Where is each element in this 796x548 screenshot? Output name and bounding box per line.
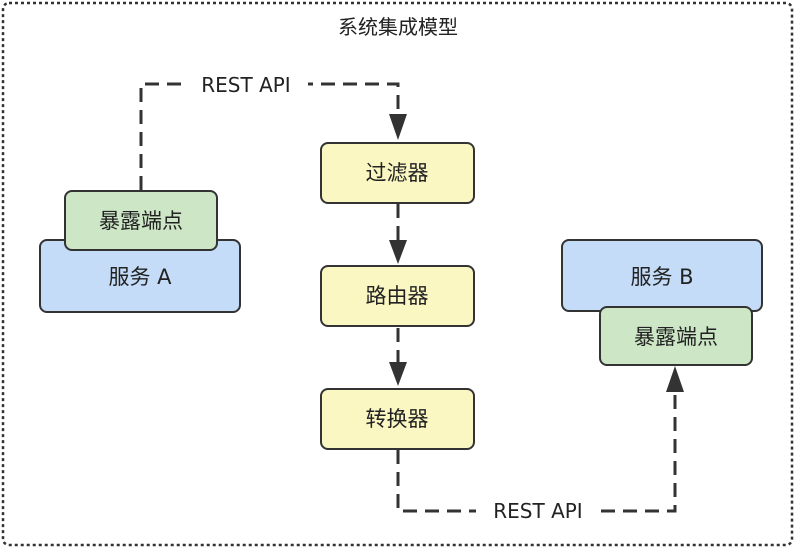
endpoint-a-label: 暴露端点: [99, 209, 183, 233]
endpoint-b-label: 暴露端点: [634, 325, 718, 349]
edge-label-bottom: REST API: [493, 499, 582, 523]
edge-label-top: REST API: [201, 73, 290, 97]
converter-node: 转换器: [320, 388, 475, 450]
service-b-node: 服务 B: [561, 239, 763, 312]
service-b-label: 服务 B: [630, 265, 693, 289]
router-node: 路由器: [320, 265, 475, 327]
router-label: 路由器: [366, 284, 429, 308]
filter-label: 过滤器: [366, 161, 429, 185]
integration-diagram: 系统集成模型 REST API REST API 服务 A 暴露端点 过滤器 路…: [1, 1, 794, 547]
arrowhead-to-router: [389, 240, 407, 264]
arrowhead-to-endpoint-b: [666, 366, 684, 392]
endpoint-a-node: 暴露端点: [64, 190, 218, 251]
endpoint-b-node: 暴露端点: [599, 306, 753, 366]
converter-label: 转换器: [366, 407, 429, 431]
diagram-title: 系统集成模型: [338, 15, 458, 39]
arrowhead-to-converter: [389, 362, 407, 386]
service-a-label: 服务 A: [108, 265, 172, 289]
arrowhead-to-filter: [389, 114, 407, 140]
filter-node: 过滤器: [320, 142, 475, 204]
